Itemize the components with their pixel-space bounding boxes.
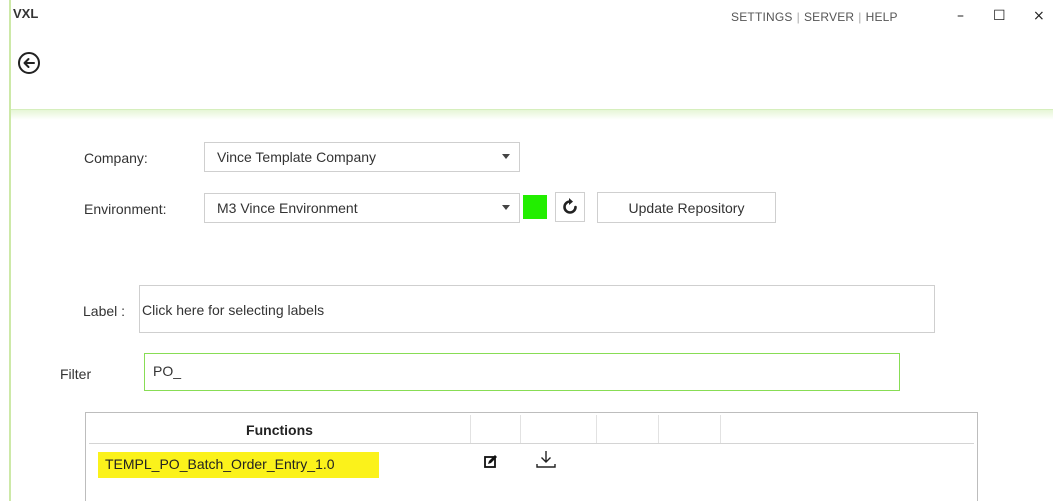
column-header-blank [597, 415, 659, 443]
company-label: Company: [84, 150, 148, 166]
edit-icon[interactable] [484, 454, 498, 468]
company-select[interactable]: Vince Template Company [204, 142, 520, 172]
close-button[interactable]: × [1033, 8, 1045, 24]
functions-table: Functions TEMPL_PO_Batch_Order_Entry_1.0 [85, 412, 978, 501]
function-name[interactable]: TEMPL_PO_Batch_Order_Entry_1.0 [105, 456, 335, 472]
table-header: Functions [89, 415, 974, 444]
label-selector[interactable]: Click here for selecting labels [139, 285, 935, 333]
label-field-label: Label : [83, 303, 126, 319]
app-window: VXL SETTINGS | SERVER | HELP – ☐ × Company: … [9, 0, 1053, 501]
back-button[interactable] [18, 52, 40, 74]
minimize-button[interactable]: – [957, 8, 964, 24]
filter-input[interactable]: PO_ [144, 353, 900, 391]
top-nav: SETTINGS | SERVER | HELP [731, 10, 898, 24]
header-divider [11, 109, 1053, 120]
chevron-down-icon [502, 154, 510, 159]
maximize-button[interactable]: ☐ [993, 8, 1006, 24]
settings-link[interactable]: SETTINGS [731, 10, 793, 24]
chevron-down-icon [502, 205, 510, 210]
environment-value: M3 Vince Environment [217, 200, 358, 216]
server-link[interactable]: SERVER [804, 10, 854, 24]
background-window-strip [11, 0, 1053, 4]
environment-select[interactable]: M3 Vince Environment [204, 193, 520, 223]
download-icon[interactable] [535, 450, 557, 470]
refresh-button[interactable] [555, 192, 585, 222]
help-link[interactable]: HELP [866, 10, 898, 24]
arrow-left-icon [23, 58, 35, 68]
column-header-blank [721, 415, 974, 443]
table-row[interactable]: TEMPL_PO_Batch_Order_Entry_1.0 [89, 444, 974, 478]
update-repository-button[interactable]: Update Repository [597, 192, 776, 223]
app-title: VXL [13, 6, 39, 21]
column-header-download [521, 415, 597, 443]
functions-column-header: Functions [89, 415, 471, 443]
environment-label: Environment: [84, 201, 167, 217]
refresh-icon [563, 198, 577, 214]
column-header-edit [471, 415, 521, 443]
connection-status-indicator [523, 195, 547, 219]
company-value: Vince Template Company [217, 149, 377, 165]
column-header-blank [659, 415, 721, 443]
filter-label: Filter [60, 366, 92, 382]
